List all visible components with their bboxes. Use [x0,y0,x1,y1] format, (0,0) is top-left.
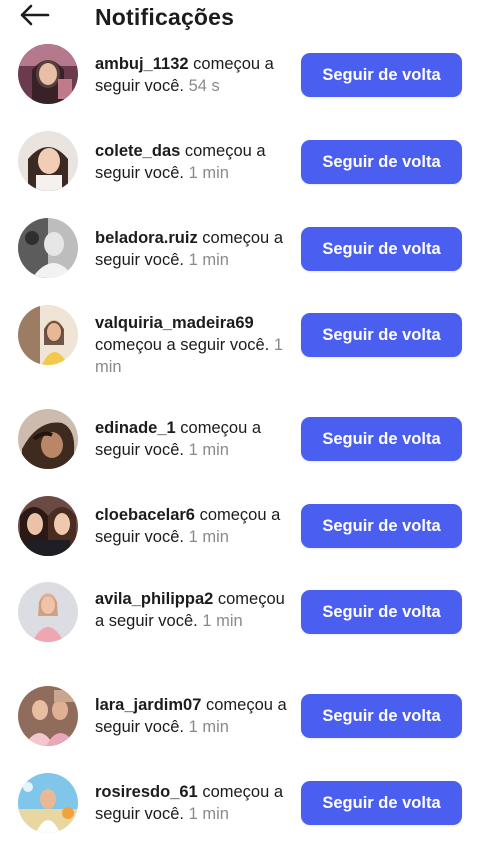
avatar[interactable] [18,131,78,191]
avatar[interactable] [18,686,78,746]
notification-time: 1 min [188,164,229,182]
username-link[interactable]: beladora.ruiz [95,229,198,247]
notification-time: 1 min [188,251,229,269]
notification-text: colete_das começou a seguir você. 1 min [95,140,290,184]
username-link[interactable]: edinade_1 [95,419,176,437]
avatar[interactable] [18,218,78,278]
notification-text: rosiresdo_61 começou a seguir você. 1 mi… [95,781,290,825]
back-button[interactable] [16,2,52,32]
follow-back-button[interactable]: Seguir de volta [301,590,462,634]
username-link[interactable]: rosiresdo_61 [95,783,198,801]
follow-back-button[interactable]: Seguir de volta [301,313,462,357]
username-link[interactable]: lara_jardim07 [95,696,201,714]
top-app-bar: Notificações [0,0,480,36]
follow-back-button[interactable]: Seguir de volta [301,140,462,184]
avatar[interactable] [18,409,78,469]
username-link[interactable]: ambuj_1132 [95,55,189,73]
notification-text: avila_philippa2 começou a seguir você. 1… [95,588,290,632]
follow-back-button[interactable]: Seguir de volta [301,53,462,97]
avatar[interactable] [18,582,78,642]
notification-text: lara_jardim07 começou a seguir você. 1 m… [95,694,290,738]
notification-text: beladora.ruiz começou a seguir você. 1 m… [95,227,290,271]
follow-back-button[interactable]: Seguir de volta [301,694,462,738]
arrow-left-icon [18,3,50,32]
notification-time: 1 min [188,441,229,459]
notification-text: valquiria_madeira69 começou a seguir voc… [95,312,290,378]
notification-text: ambuj_1132 começou a seguir você. 54 s [95,53,290,97]
follow-back-button[interactable]: Seguir de volta [301,227,462,271]
follow-back-button[interactable]: Seguir de volta [301,417,462,461]
avatar[interactable] [18,305,78,365]
username-link[interactable]: avila_philippa2 [95,590,213,608]
notification-list: ambuj_1132 começou a seguir você. 54 s S… [0,0,480,854]
notification-time: 1 min [188,528,229,546]
notification-text: edinade_1 começou a seguir você. 1 min [95,417,290,461]
notification-action: começou a seguir você. [95,336,270,354]
username-link[interactable]: cloebacelar6 [95,506,195,524]
username-link[interactable]: colete_das [95,142,180,160]
notification-text: cloebacelar6 começou a seguir você. 1 mi… [95,504,290,548]
notification-time: 54 s [188,77,220,95]
page-title: Notificações [95,4,235,30]
follow-back-button[interactable]: Seguir de volta [301,504,462,548]
notification-time: 1 min [202,612,243,630]
notification-time: 1 min [188,718,229,736]
follow-back-button[interactable]: Seguir de volta [301,781,462,825]
avatar[interactable] [18,44,78,104]
avatar[interactable] [18,496,78,556]
username-link[interactable]: valquiria_madeira69 [95,314,254,332]
notification-time: 1 min [188,805,229,823]
avatar[interactable] [18,773,78,833]
